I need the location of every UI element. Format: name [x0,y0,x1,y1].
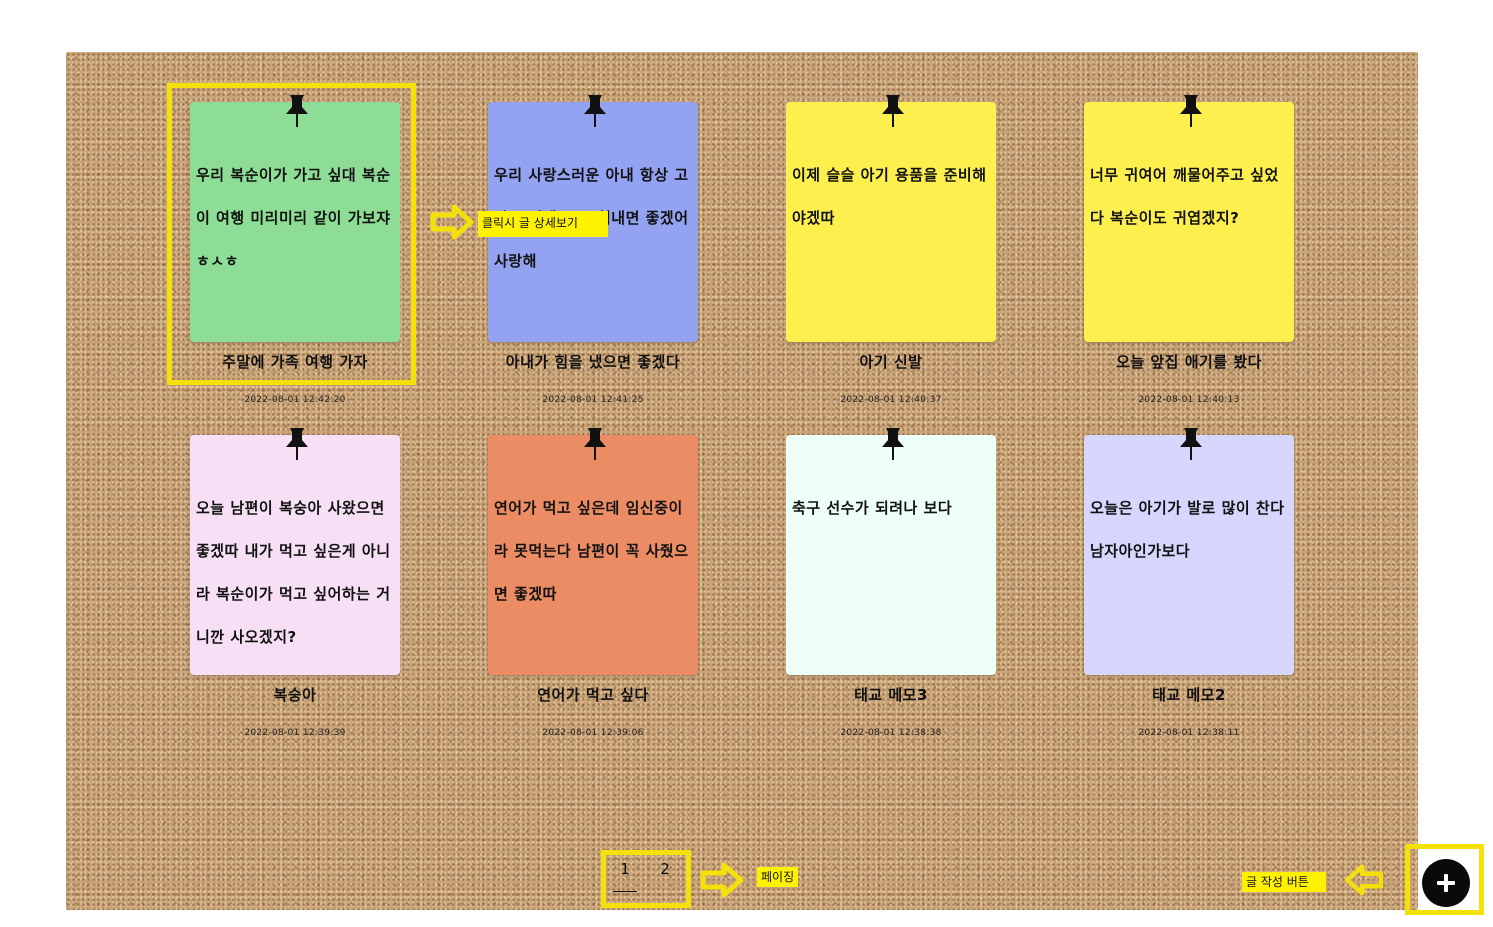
arrow-right-icon [700,862,744,898]
pushpin-icon [1180,428,1202,460]
memo-body: 너무 귀여어 깨물어주고 싶었다 복순이도 귀엽겠지? [1090,166,1279,227]
detail-hint-label: 클릭시 글 상세보기 [478,211,608,237]
memo-paper: 연어가 먹고 싶은데 임신중이라 못먹는다 남편이 꼭 사줬으면 좋겠따 [488,428,698,675]
memo-paper: 이제 슬슬 아기 용품을 준비해야겠따 [786,95,996,342]
memo-title: 태교 메모3 [854,686,928,704]
memo-paper: 오늘 남편이 복숭아 사왔으면 좋겠따 내가 먹고 싶은게 아니라 복순이가 먹… [190,428,400,675]
memo-title: 복숭아 [273,686,317,704]
memo-paper: 우리 복순이가 가고 싶대 복순이 여행 미리미리 같이 가보쟈ㅎㅅㅎ [190,95,400,342]
pushpin-icon [286,95,308,127]
memo-paper: 너무 귀여어 깨물어주고 싶었다 복순이도 귀엽겠지? [1084,95,1294,342]
memo-card[interactable]: 너무 귀여어 깨물어주고 싶었다 복순이도 귀엽겠지? 오늘 앞집 애기를 봤다… [1084,95,1294,405]
memo-card[interactable]: 우리 복순이가 가고 싶대 복순이 여행 미리미리 같이 가보쟈ㅎㅅㅎ 주말에 … [190,95,400,405]
page-2-link[interactable]: 2 [653,860,677,878]
write-hint-label: 글 작성 버튼 [1242,872,1326,892]
page-1-link[interactable]: 1 [613,860,637,892]
memo-title: 아기 신발 [859,353,923,371]
memo-title: 오늘 앞집 애기를 봤다 [1116,353,1262,371]
pushpin-icon [882,95,904,127]
memo-date: 2022-08-01 12:41:25 [542,395,644,405]
pushpin-icon [286,428,308,460]
memo-title: 주말에 가족 여행 가자 [222,353,368,371]
plus-icon [1437,874,1455,892]
paging-hint-label: 페이징 [757,867,799,887]
memo-paper: 오늘은 아기가 발로 많이 찬다 남자아인가보다 [1084,428,1294,675]
write-memo-button[interactable] [1422,859,1470,907]
memo-paper: 축구 선수가 되려나 보다 [786,428,996,675]
memo-body: 오늘 남편이 복숭아 사왔으면 좋겠따 내가 먹고 싶은게 아니라 복순이가 먹… [196,499,391,646]
pushpin-icon [584,428,606,460]
memo-card[interactable]: 오늘은 아기가 발로 많이 찬다 남자아인가보다 태교 메모2 2022-08-… [1084,428,1294,738]
memo-date: 2022-08-01 12:39:39 [244,728,346,738]
memo-title: 연어가 먹고 싶다 [537,686,649,704]
memo-card[interactable]: 이제 슬슬 아기 용품을 준비해야겠따 아기 신발 2022-08-01 12:… [786,95,996,405]
memo-body: 축구 선수가 되려나 보다 [792,499,953,517]
memo-body: 우리 복순이가 가고 싶대 복순이 여행 미리미리 같이 가보쟈ㅎㅅㅎ [196,166,391,270]
memo-card[interactable]: 연어가 먹고 싶은데 임신중이라 못먹는다 남편이 꼭 사줬으면 좋겠따 연어가… [488,428,698,738]
pagination: 1 2 [603,852,689,906]
memo-date: 2022-08-01 12:40:37 [840,395,942,405]
memo-title: 태교 메모2 [1152,686,1226,704]
arrow-right-icon [430,204,474,240]
memo-body: 오늘은 아기가 발로 많이 찬다 남자아인가보다 [1090,499,1285,560]
pushpin-icon [584,95,606,127]
pushpin-icon [1180,95,1202,127]
memo-body: 이제 슬슬 아기 용품을 준비해야겠따 [792,166,987,227]
pushpin-icon [882,428,904,460]
memo-date: 2022-08-01 12:40:13 [1138,395,1240,405]
memo-title: 아내가 힘을 냈으면 좋겠다 [505,353,681,371]
memo-date: 2022-08-01 12:38:11 [1138,728,1240,738]
memo-card[interactable]: 축구 선수가 되려나 보다 태교 메모3 2022-08-01 12:38:38 [786,428,996,738]
memo-body: 연어가 먹고 싶은데 임신중이라 못먹는다 남편이 꼭 사줬으면 좋겠따 [494,499,689,603]
memo-date: 2022-08-01 12:38:38 [840,728,942,738]
memo-card[interactable]: 오늘 남편이 복숭아 사왔으면 좋겠따 내가 먹고 싶은게 아니라 복순이가 먹… [190,428,400,738]
memo-board-page: 우리 복순이가 가고 싶대 복순이 여행 미리미리 같이 가보쟈ㅎㅅㅎ 주말에 … [0,0,1493,927]
memo-date: 2022-08-01 12:39:06 [542,728,644,738]
memo-date: 2022-08-01 12:42:20 [244,395,346,405]
arrow-left-icon [1344,864,1384,896]
